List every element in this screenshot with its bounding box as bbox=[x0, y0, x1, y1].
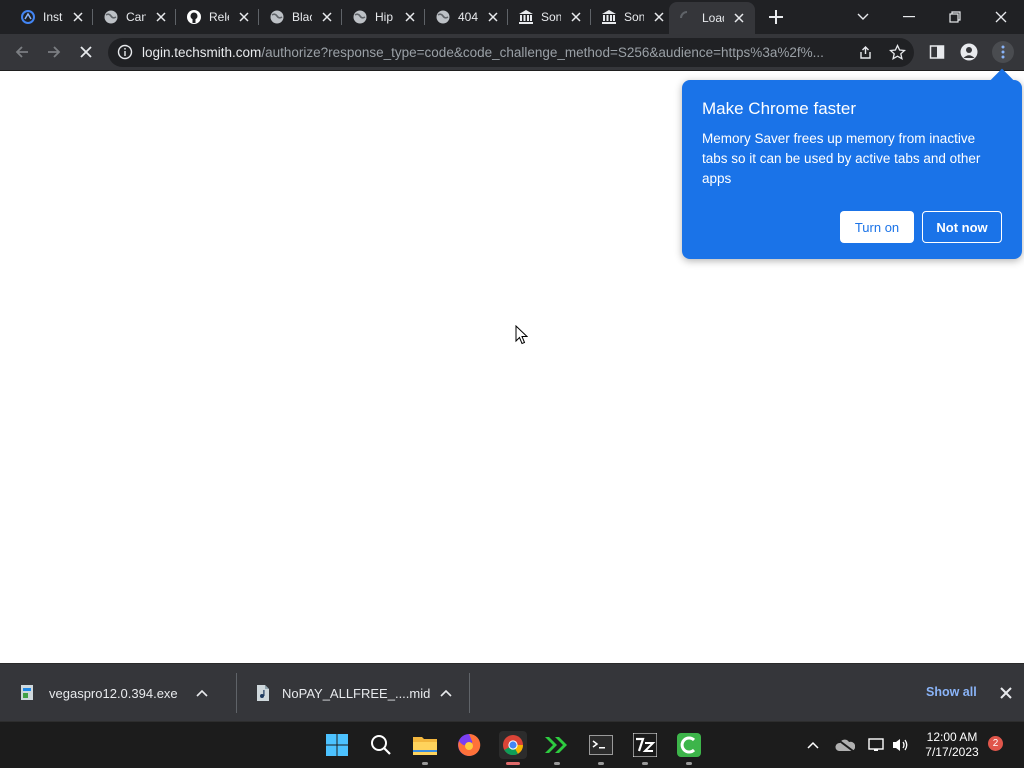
loading-icon bbox=[679, 10, 695, 26]
globe-icon bbox=[435, 9, 451, 25]
memory-saver-promo: Make Chrome faster Memory Saver frees up… bbox=[682, 68, 1022, 259]
screen: Insta Can Rele Blac bbox=[0, 0, 1024, 768]
address-bar[interactable]: login.techsmith.com/authorize?response_t… bbox=[108, 38, 914, 67]
browser-toolbar: login.techsmith.com/authorize?response_t… bbox=[0, 34, 1024, 71]
minimize-icon[interactable] bbox=[898, 6, 920, 28]
file-explorer-icon[interactable] bbox=[411, 731, 439, 765]
restore-icon[interactable] bbox=[944, 6, 966, 28]
terminal-icon[interactable] bbox=[587, 731, 615, 765]
tab-title: Blac bbox=[292, 10, 312, 24]
close-download-bar-icon[interactable] bbox=[998, 685, 1014, 701]
url-text[interactable]: login.techsmith.com/authorize?response_t… bbox=[142, 45, 854, 60]
tray-chevron-up-icon[interactable] bbox=[803, 735, 823, 755]
download-bar: vegaspro12.0.394.exe NoPAY_ALLFREE_....m… bbox=[0, 663, 1024, 721]
mouse-cursor-icon bbox=[515, 325, 528, 345]
forward-arrow-icon[interactable] bbox=[44, 42, 64, 62]
system-clock[interactable]: 12:00 AM 7/17/2023 bbox=[918, 730, 986, 760]
media-player-icon[interactable] bbox=[543, 731, 571, 765]
tab-title: Son bbox=[624, 10, 644, 24]
stop-loading-icon[interactable] bbox=[76, 42, 96, 62]
search-icon[interactable] bbox=[367, 731, 395, 759]
new-tab-plus-icon[interactable] bbox=[767, 8, 785, 26]
bank-icon bbox=[601, 9, 617, 25]
download-item-2[interactable]: NoPAY_ALLFREE_....mid bbox=[255, 664, 452, 722]
close-icon[interactable] bbox=[732, 11, 746, 25]
tab-load-active[interactable]: Load bbox=[669, 2, 755, 34]
tab-title: 404 bbox=[458, 10, 478, 24]
tab-rele[interactable]: Rele bbox=[166, 4, 251, 30]
tab-insta[interactable]: Insta bbox=[0, 4, 85, 30]
url-path: /authorize?response_type=code&code_chall… bbox=[261, 45, 824, 60]
tab-title: Load bbox=[702, 11, 724, 25]
globe-icon bbox=[352, 9, 368, 25]
globe-icon bbox=[103, 9, 119, 25]
url-host: login.techsmith.com bbox=[142, 45, 262, 60]
network-icon[interactable] bbox=[867, 735, 887, 755]
tab-title: Rele bbox=[209, 10, 229, 24]
clock-time: 12:00 AM bbox=[926, 730, 978, 744]
bank-icon bbox=[518, 9, 534, 25]
notification-badge[interactable]: 2 bbox=[988, 736, 1003, 751]
side-panel-icon[interactable] bbox=[927, 42, 947, 62]
back-arrow-icon[interactable] bbox=[12, 42, 32, 62]
onedrive-offline-icon[interactable] bbox=[835, 735, 855, 755]
site-info-icon[interactable] bbox=[117, 44, 133, 60]
tab-404[interactable]: 404 bbox=[415, 4, 500, 30]
tab-search-chevron-icon[interactable] bbox=[852, 6, 874, 28]
midi-file-icon bbox=[257, 685, 269, 701]
tab-can[interactable]: Can bbox=[83, 4, 168, 30]
tab-son-1[interactable]: Son bbox=[498, 4, 583, 30]
tab-hip[interactable]: Hip bbox=[332, 4, 417, 30]
promo-body: Memory Saver frees up memory from inacti… bbox=[702, 131, 981, 186]
menu-kebab-icon[interactable] bbox=[992, 41, 1014, 63]
tab-blac[interactable]: Blac bbox=[249, 4, 334, 30]
clock-date: 7/17/2023 bbox=[925, 745, 979, 759]
chrome-icon[interactable] bbox=[499, 731, 527, 765]
globe-icon bbox=[269, 9, 285, 25]
chevron-up-icon[interactable] bbox=[196, 689, 208, 697]
tab-title: Hip bbox=[375, 10, 394, 24]
close-icon[interactable] bbox=[652, 10, 666, 24]
camtasia-icon[interactable] bbox=[675, 731, 703, 765]
profile-avatar-icon[interactable] bbox=[959, 42, 979, 62]
tab-title: Insta bbox=[43, 10, 63, 24]
firefox-icon[interactable] bbox=[455, 731, 483, 759]
tab-title: Son bbox=[541, 10, 561, 24]
volume-icon[interactable] bbox=[891, 735, 911, 755]
tab-title: Can bbox=[126, 10, 146, 24]
installer-file-icon bbox=[21, 685, 33, 700]
not-now-button[interactable]: Not now bbox=[922, 211, 1002, 243]
7zip-icon[interactable] bbox=[631, 731, 659, 765]
github-icon bbox=[186, 9, 202, 25]
bookmark-star-icon[interactable] bbox=[888, 43, 907, 61]
download-item-1[interactable]: vegaspro12.0.394.exe bbox=[20, 664, 208, 722]
window-close-icon[interactable] bbox=[990, 6, 1012, 28]
windows-taskbar: 12:00 AM 7/17/2023 bbox=[0, 721, 1024, 768]
download-filename: NoPAY_ALLFREE_....mid bbox=[282, 685, 431, 701]
tab-son-2[interactable]: Son bbox=[581, 4, 666, 30]
spinner-icon bbox=[20, 9, 36, 25]
chevron-up-icon[interactable] bbox=[440, 689, 452, 697]
share-icon[interactable] bbox=[857, 44, 874, 61]
windows-start-icon[interactable] bbox=[323, 731, 351, 759]
show-all-downloads-link[interactable]: Show all bbox=[926, 685, 977, 699]
turn-on-button[interactable]: Turn on bbox=[840, 211, 914, 243]
tab-strip: Insta Can Rele Blac bbox=[0, 0, 1024, 34]
promo-title: Make Chrome faster bbox=[702, 99, 856, 118]
download-filename: vegaspro12.0.394.exe bbox=[49, 685, 178, 701]
